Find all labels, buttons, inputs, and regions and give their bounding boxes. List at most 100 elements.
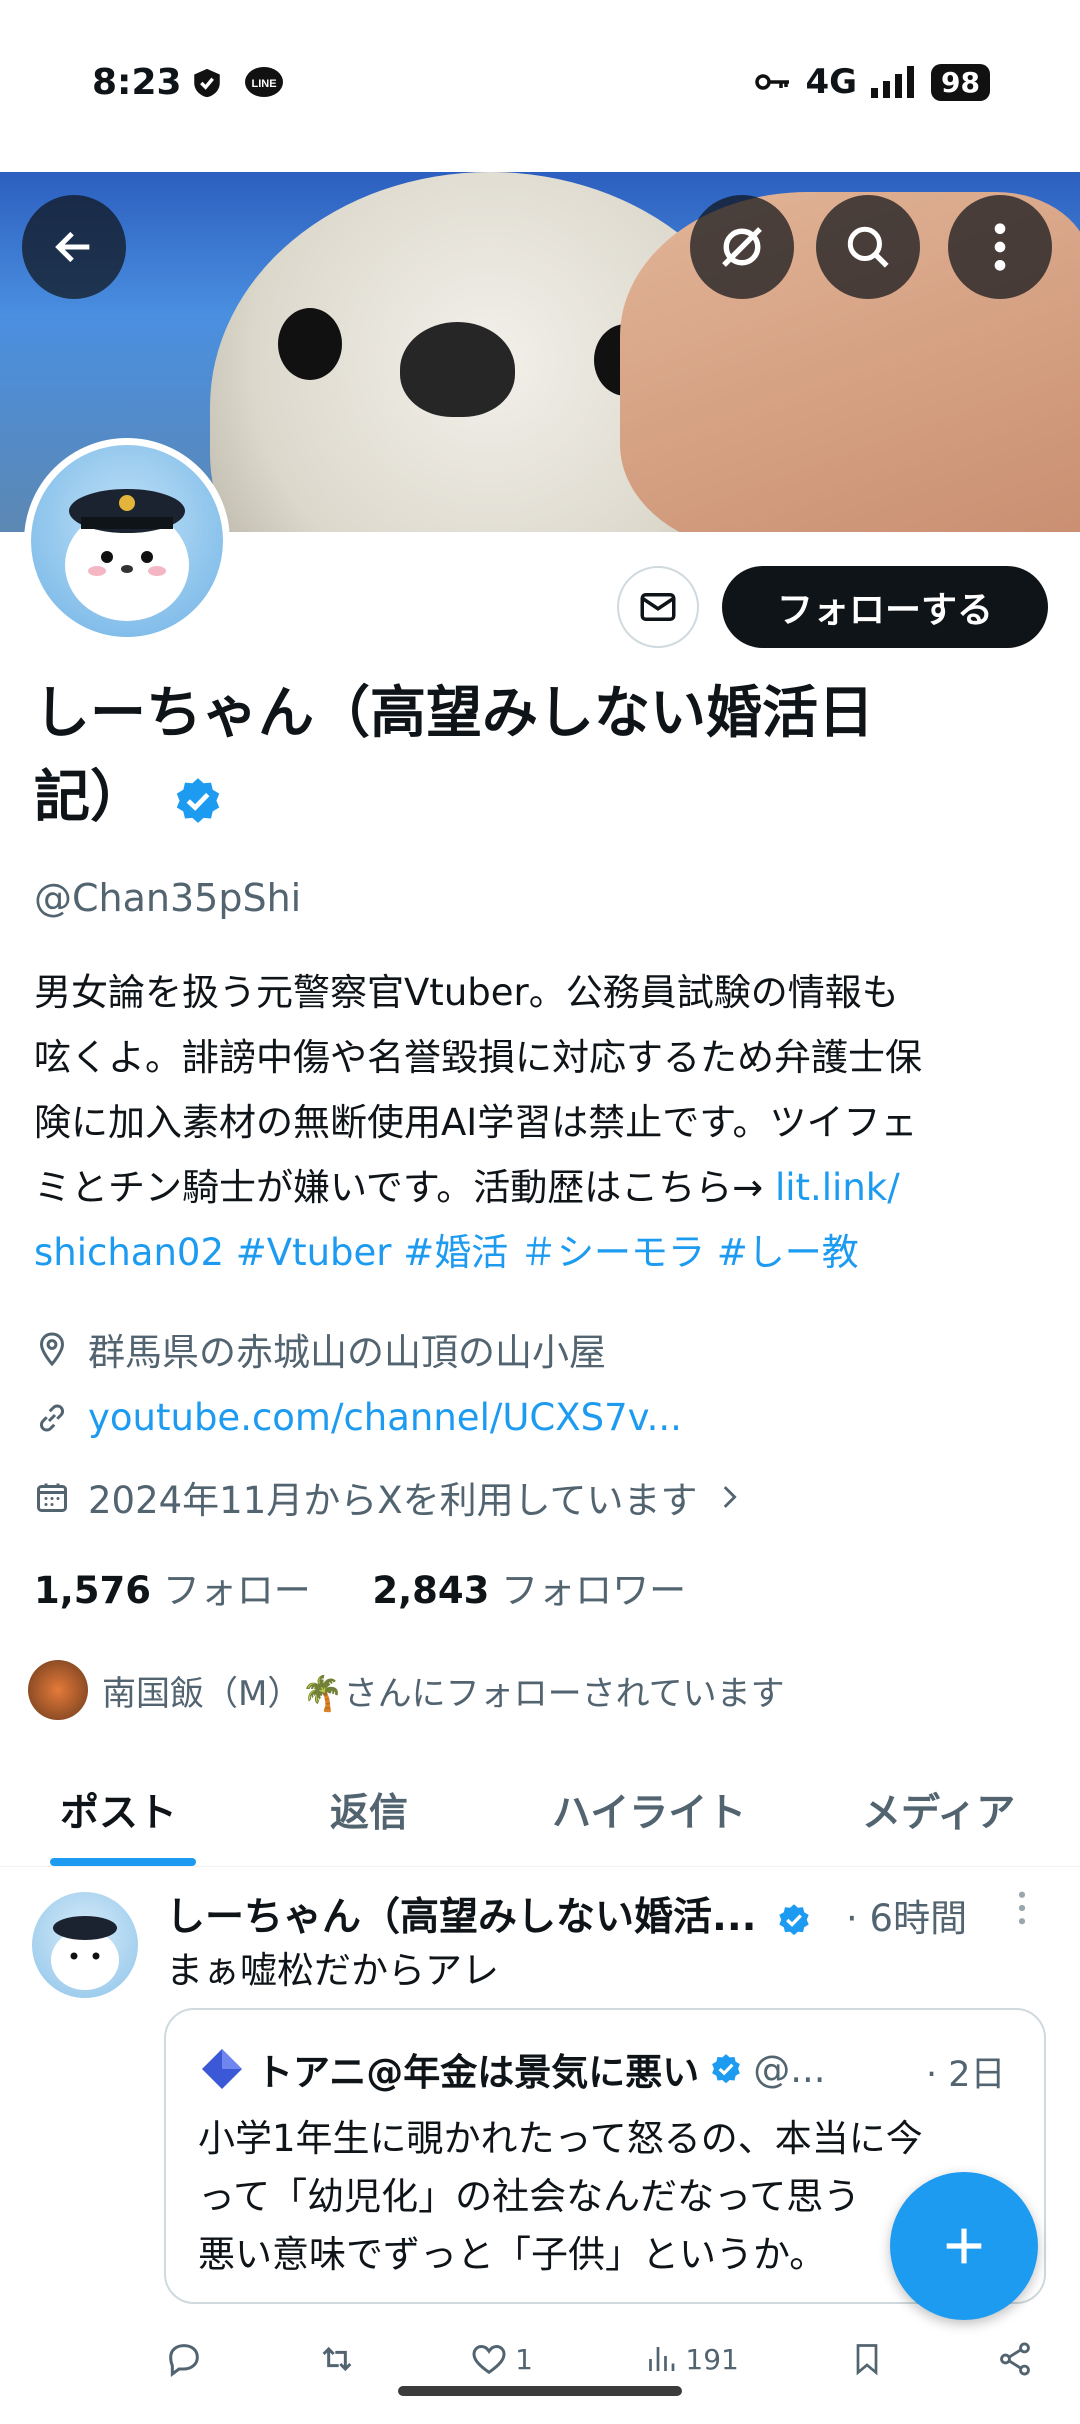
post-time: · 6時間 xyxy=(846,1897,968,1940)
repost-button[interactable] xyxy=(315,2334,359,2384)
followers-label: フォロワー xyxy=(501,1569,687,1612)
compose-post-button[interactable] xyxy=(890,2172,1038,2320)
following-label: フォロー xyxy=(162,1569,311,1612)
message-button[interactable] xyxy=(617,566,699,648)
follower-avatar xyxy=(28,1660,88,1720)
profile-joined[interactable]: 2024年11月からXを利用しています xyxy=(34,1470,743,1524)
like-button[interactable]: 1 xyxy=(469,2334,533,2384)
share-button[interactable] xyxy=(996,2334,1034,2384)
bio-line: ミとチン騎士が嫌いです。活動歴はこちら→ lit.link/ xyxy=(34,1155,1054,1220)
following-link[interactable]: 1,576 フォロー xyxy=(34,1569,311,1612)
status-right: 4G 98 xyxy=(755,62,990,102)
line-app-icon: LINE xyxy=(245,67,283,97)
quote-author: トアニ@年金は景気に悪い xyxy=(256,2051,700,2094)
profile-handle: @Chan35pShi xyxy=(34,876,302,920)
profile-name-line2-row: 記） xyxy=(34,756,974,840)
bio-line: shichan02 #Vtuber #婚活 ＃シーモラ #しー教 xyxy=(34,1220,1054,1285)
verified-badge-icon xyxy=(712,2054,741,2084)
views-bar-icon xyxy=(649,2347,675,2371)
profile-name-line2: 記） xyxy=(34,765,146,830)
website-link[interactable]: youtube.com/channel/UCXS7v... xyxy=(88,1396,682,1439)
post-more-button[interactable] xyxy=(1016,1888,1028,1937)
status-bar: 8:23 LINE 4G 98 xyxy=(0,0,1080,172)
vertical-dots-icon xyxy=(1018,1891,1026,1925)
location-pin-icon xyxy=(39,1332,65,1367)
heart-icon xyxy=(472,2344,506,2375)
arrow-left-icon xyxy=(55,231,90,263)
reply-button[interactable] xyxy=(164,2334,204,2384)
back-button[interactable] xyxy=(22,195,126,299)
bio-line: 険に加入素材の無断使用AI学習は禁止です。ツイフェ xyxy=(34,1101,918,1144)
quote-line: 小学1年生に覗かれたって怒るの、本当に今 xyxy=(198,2117,923,2160)
tab-posts[interactable]: ポスト xyxy=(60,1782,177,1838)
share-icon xyxy=(1000,2342,1030,2376)
bookmark-button[interactable] xyxy=(849,2334,885,2384)
bio-link-continued[interactable]: shichan02 xyxy=(34,1231,224,1274)
followed-by-row[interactable]: 南国飯（M）🌴さんにフォローされています xyxy=(28,1660,785,1720)
bio-hashtags[interactable]: #Vtuber #婚活 ＃シーモラ #しー教 xyxy=(236,1231,859,1274)
view-count: 191 xyxy=(685,2342,739,2376)
network-type: 4G xyxy=(805,62,858,102)
following-count: 1,576 xyxy=(34,1569,152,1612)
profile-website[interactable]: youtube.com/channel/UCXS7v... xyxy=(34,1396,682,1439)
battery-indicator: 98 xyxy=(931,63,990,101)
post-author: しーちゃん（高望みしない婚活... xyxy=(166,1895,757,1940)
plus-icon xyxy=(946,2228,982,2264)
profile-avatar[interactable] xyxy=(24,438,230,644)
calendar-icon xyxy=(37,1483,67,1512)
repost-icon xyxy=(322,2346,351,2372)
tab-media[interactable]: メディア xyxy=(862,1782,1015,1838)
post-author-row[interactable]: しーちゃん（高望みしない婚活... xyxy=(166,1886,812,1942)
verified-badge-icon xyxy=(779,1903,809,1935)
tab-highlights[interactable]: ハイライト xyxy=(552,1782,746,1838)
shield-icon xyxy=(194,68,220,98)
status-time: 8:23 xyxy=(92,62,182,103)
key-icon xyxy=(755,74,790,90)
profile-name-line1: しーちゃん（高望みしない婚活日 xyxy=(34,681,874,746)
profile-bio: 男女論を扱う元警察官Vtuber。公務員試験の情報も 呟くよ。誹謗中傷や名誉毀損… xyxy=(34,960,1054,1285)
profile-name: しーちゃん（高望みしない婚活日 記） xyxy=(34,672,974,840)
chevron-right-icon xyxy=(724,1486,738,1508)
location-text: 群馬県の赤城山の山頂の山小屋 xyxy=(88,1331,606,1374)
tab-replies[interactable]: 返信 xyxy=(330,1782,408,1838)
followers-count: 2,843 xyxy=(372,1569,490,1612)
profile-location: 群馬県の赤城山の山頂の山小屋 xyxy=(34,1322,606,1376)
verified-badge-icon xyxy=(176,778,220,823)
post-text: まぁ嘘松だからアレ xyxy=(166,1949,499,1992)
like-count: 1 xyxy=(515,2342,533,2376)
bio-text: ミとチン騎士が嫌いです。活動歴はこちら→ xyxy=(34,1166,775,1209)
follow-counts: 1,576 フォロー 2,843 フォロワー xyxy=(34,1560,686,1614)
diamond-icon xyxy=(202,2049,242,2089)
more-options-button[interactable] xyxy=(948,195,1052,299)
mail-icon xyxy=(640,593,676,621)
signal-icon xyxy=(871,66,915,98)
search-button[interactable] xyxy=(816,195,920,299)
quote-handle: @... xyxy=(753,2047,826,2091)
post-avatar[interactable] xyxy=(32,1892,138,1998)
banner-eye-left xyxy=(278,308,342,380)
active-tab-indicator xyxy=(50,1858,196,1866)
bio-line: 呟くよ。誹謗中傷や名誉毀損に対応するため弁護士保 xyxy=(34,1036,922,1079)
link-icon xyxy=(39,1403,65,1432)
grok-button[interactable] xyxy=(690,195,794,299)
search-icon xyxy=(847,226,889,268)
quote-author-row: トアニ@年金は景気に悪い @... xyxy=(198,2042,826,2096)
profile-tabs: ポスト 返信 ハイライト メディア xyxy=(0,1760,1080,1867)
views-button[interactable]: 191 xyxy=(643,2334,739,2384)
joined-text: 2024年11月からXを利用しています xyxy=(88,1479,698,1522)
svg-text:LINE: LINE xyxy=(251,78,276,90)
post-avatar-bird xyxy=(51,1916,119,1990)
avatar-bird-illustration xyxy=(65,489,189,621)
quote-time: · 2日 xyxy=(926,2055,1006,2095)
bio-line: 男女論を扱う元警察官Vtuber。公務員試験の情報も xyxy=(34,971,899,1014)
grok-icon xyxy=(722,227,762,267)
vertical-dots-icon xyxy=(994,223,1006,271)
bio-link[interactable]: lit.link/ xyxy=(775,1166,900,1209)
banner-beak xyxy=(400,322,515,417)
home-indicator[interactable] xyxy=(398,2386,682,2396)
followers-link[interactable]: 2,843 フォロワー xyxy=(372,1569,686,1612)
post-actions: 1 191 xyxy=(164,2334,1034,2384)
follow-button[interactable]: フォローする xyxy=(722,566,1048,648)
bookmark-icon xyxy=(857,2344,878,2376)
followed-by-text: 南国飯（M）🌴さんにフォローされています xyxy=(102,1673,785,1714)
